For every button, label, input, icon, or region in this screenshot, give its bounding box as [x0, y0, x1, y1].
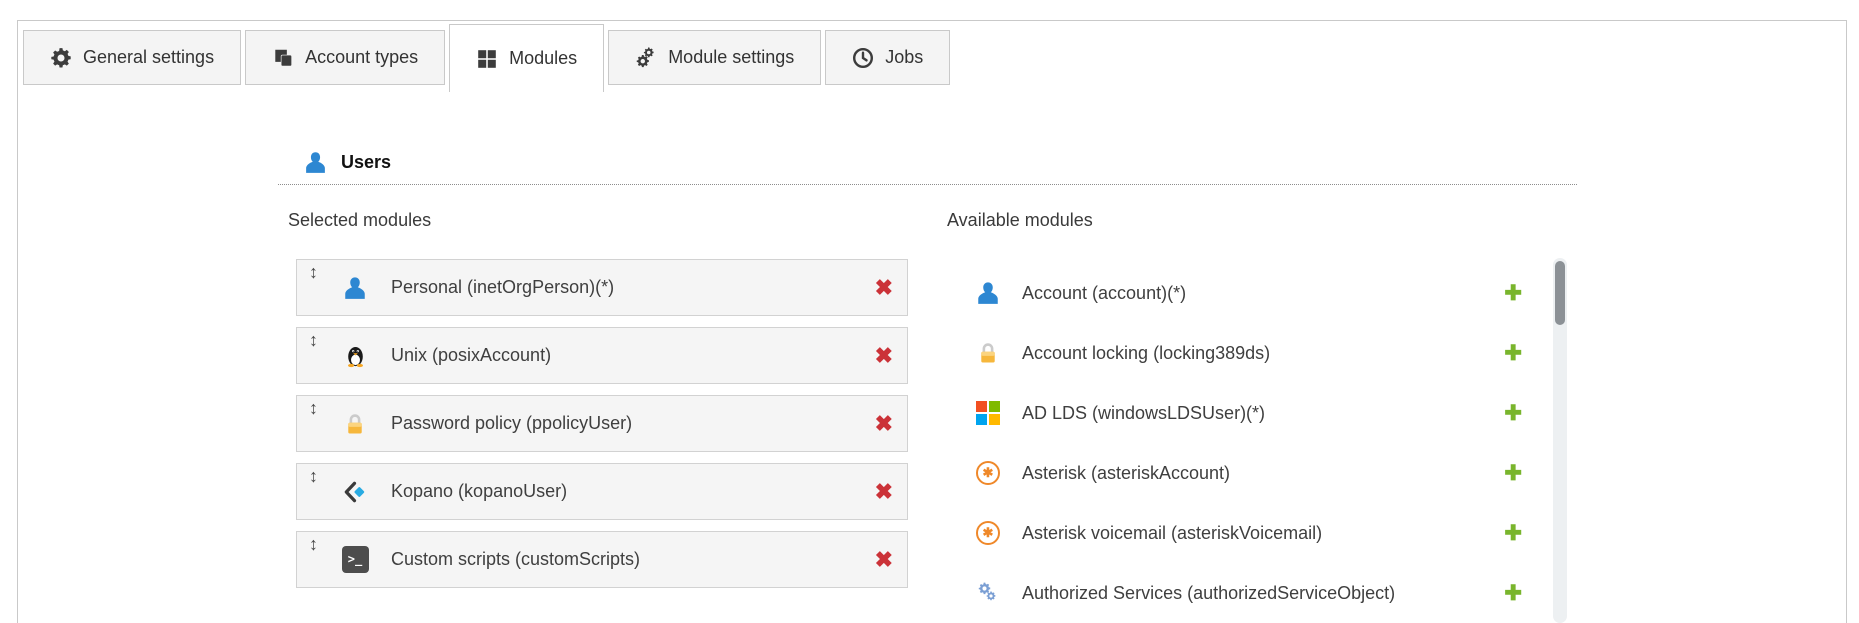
asterisk-icon: ✱: [974, 459, 1002, 487]
module-settings-icon: [635, 47, 657, 69]
tab-label: Account types: [305, 47, 418, 68]
section-title: Users: [341, 152, 391, 173]
selected-modules-list: ↕ Personal (inetOrgPerson)(*) ✖ ↕ Unix (…: [296, 259, 908, 599]
module-label: Authorized Services (authorizedServiceOb…: [1022, 583, 1395, 604]
services-gears-icon: [974, 579, 1002, 607]
user-icon: [974, 279, 1002, 307]
module-label: AD LDS (windowsLDSUser)(*): [1022, 403, 1265, 424]
account-types-icon: [272, 47, 294, 69]
tab-jobs[interactable]: Jobs: [825, 30, 950, 85]
module-label: Custom scripts (customScripts): [391, 549, 640, 570]
config-panel-frame: [17, 20, 1847, 623]
selected-module-row[interactable]: ↕ >_ Custom scripts (customScripts) ✖: [296, 531, 908, 588]
drag-handle-icon[interactable]: ↕: [309, 331, 318, 349]
module-label: Account (account)(*): [1022, 283, 1186, 304]
tab-account-types[interactable]: Account types: [245, 30, 445, 85]
module-label: Account locking (locking389ds): [1022, 343, 1270, 364]
available-module-row: Authorized Services (authorizedServiceOb…: [950, 563, 1522, 623]
clock-icon: [852, 47, 874, 69]
remove-module-button[interactable]: ✖: [875, 345, 893, 367]
module-label: Asterisk voicemail (asteriskVoicemail): [1022, 523, 1322, 544]
tab-label: General settings: [83, 47, 214, 68]
selected-module-row[interactable]: ↕ Unix (posixAccount) ✖: [296, 327, 908, 384]
add-module-button[interactable]: ✚: [1504, 583, 1522, 604]
remove-module-button[interactable]: ✖: [875, 413, 893, 435]
remove-module-button[interactable]: ✖: [875, 481, 893, 503]
tab-label: Module settings: [668, 47, 794, 68]
module-label: Password policy (ppolicyUser): [391, 413, 632, 434]
selected-modules-label: Selected modules: [288, 210, 431, 231]
module-label: Personal (inetOrgPerson)(*): [391, 277, 614, 298]
modules-grid-icon: [476, 48, 498, 70]
terminal-icon: >_: [341, 546, 369, 574]
module-label: Unix (posixAccount): [391, 345, 551, 366]
remove-module-button[interactable]: ✖: [875, 549, 893, 571]
selected-module-row[interactable]: ↕ Personal (inetOrgPerson)(*) ✖: [296, 259, 908, 316]
add-module-button[interactable]: ✚: [1504, 343, 1522, 364]
add-module-button[interactable]: ✚: [1504, 463, 1522, 484]
tab-modules[interactable]: Modules: [449, 24, 604, 92]
user-icon: [303, 150, 328, 175]
available-modules-list: Account (account)(*) ✚ Account locking (…: [950, 263, 1522, 623]
available-modules-scrollbar-track[interactable]: [1553, 258, 1567, 623]
asterisk-icon: ✱: [974, 519, 1002, 547]
tab-label: Modules: [509, 48, 577, 69]
selected-module-row[interactable]: ↕ Password policy (ppolicyUser) ✖: [296, 395, 908, 452]
available-module-row: ✱ Asterisk voicemail (asteriskVoicemail)…: [950, 503, 1522, 563]
add-module-button[interactable]: ✚: [1504, 283, 1522, 304]
available-module-row: ✱ Asterisk (asteriskAccount) ✚: [950, 443, 1522, 503]
drag-handle-icon[interactable]: ↕: [309, 467, 318, 485]
tab-general-settings[interactable]: General settings: [23, 30, 241, 85]
section-divider: [278, 184, 1577, 185]
users-section-header: Users: [303, 150, 391, 175]
selected-module-row[interactable]: ↕ Kopano (kopanoUser) ✖: [296, 463, 908, 520]
module-label: Kopano (kopanoUser): [391, 481, 567, 502]
gear-icon: [50, 47, 72, 69]
settings-tabbar: General settings Account types Modules M…: [23, 24, 950, 92]
tab-module-settings[interactable]: Module settings: [608, 30, 821, 85]
padlock-icon: [341, 410, 369, 438]
available-module-row: Account locking (locking389ds) ✚: [950, 323, 1522, 383]
available-module-row: AD LDS (windowsLDSUser)(*) ✚: [950, 383, 1522, 443]
drag-handle-icon[interactable]: ↕: [309, 399, 318, 417]
add-module-button[interactable]: ✚: [1504, 523, 1522, 544]
drag-handle-icon[interactable]: ↕: [309, 535, 318, 553]
available-modules-label: Available modules: [947, 210, 1093, 231]
windows-icon: [974, 399, 1002, 427]
add-module-button[interactable]: ✚: [1504, 403, 1522, 424]
module-label: Asterisk (asteriskAccount): [1022, 463, 1230, 484]
tab-label: Jobs: [885, 47, 923, 68]
remove-module-button[interactable]: ✖: [875, 277, 893, 299]
tux-penguin-icon: [341, 342, 369, 370]
drag-handle-icon[interactable]: ↕: [309, 263, 318, 281]
padlock-icon: [974, 339, 1002, 367]
scrollbar-thumb[interactable]: [1555, 261, 1565, 325]
kopano-icon: [341, 478, 369, 506]
user-icon: [341, 274, 369, 302]
available-module-row: Account (account)(*) ✚: [950, 263, 1522, 323]
